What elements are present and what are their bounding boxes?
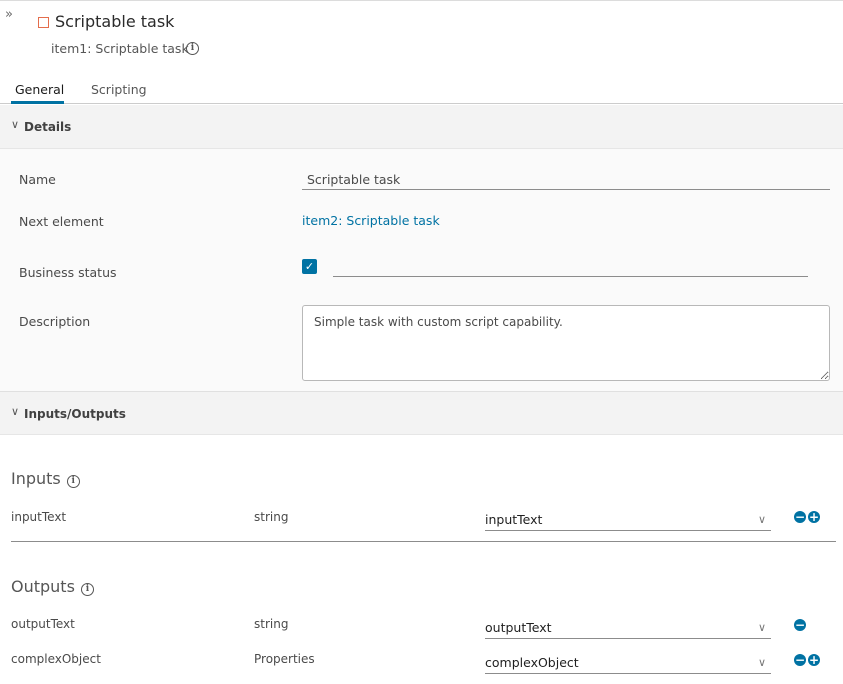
output-name: outputText: [11, 617, 75, 631]
tab-bar-divider: [0, 103, 843, 104]
remove-input-button[interactable]: −: [794, 511, 806, 523]
chevron-down-icon: ∨: [11, 405, 20, 418]
output-binding-select[interactable]: outputText ∨: [485, 619, 771, 639]
chevron-down-icon: ∨: [757, 656, 766, 669]
expand-panel-icon[interactable]: »: [5, 8, 13, 21]
output-type: Properties: [254, 652, 315, 666]
info-icon[interactable]: i: [186, 42, 199, 55]
active-tab-indicator: [11, 101, 64, 104]
name-input[interactable]: [302, 171, 830, 190]
inputs-divider: [11, 541, 836, 542]
io-section-header[interactable]: ∨ Inputs/Outputs: [0, 391, 843, 435]
add-output-button[interactable]: +: [808, 654, 820, 666]
output-binding-value: complexObject: [485, 655, 579, 670]
top-border: [0, 0, 843, 1]
details-section-header[interactable]: ∨ Details: [0, 105, 843, 149]
outputs-heading: Outputs i: [11, 577, 94, 597]
tab-general[interactable]: General: [15, 82, 64, 98]
details-section-label: Details: [24, 120, 72, 134]
tab-scripting[interactable]: Scripting: [91, 82, 147, 98]
next-element-link[interactable]: item2: Scriptable task: [302, 213, 440, 229]
info-icon[interactable]: i: [66, 475, 80, 488]
chevron-down-icon: ∨: [757, 621, 766, 634]
description-label: Description: [19, 314, 91, 329]
remove-output-button[interactable]: −: [794, 654, 806, 666]
io-section-label: Inputs/Outputs: [24, 407, 126, 421]
output-name: complexObject: [11, 652, 101, 666]
name-label: Name: [19, 172, 56, 187]
page-subtitle: item1: Scriptable task: [51, 41, 189, 56]
add-input-button[interactable]: +: [808, 511, 820, 523]
remove-output-button[interactable]: −: [794, 619, 806, 631]
output-binding-select[interactable]: complexObject ∨: [485, 654, 771, 674]
business-status-label: Business status: [19, 265, 117, 280]
page-title: Scriptable task: [55, 12, 175, 31]
input-name: inputText: [11, 510, 67, 524]
inputs-heading-label: Inputs: [11, 469, 61, 488]
inputs-heading: Inputs i: [11, 469, 80, 489]
chevron-down-icon: ∨: [757, 513, 766, 526]
next-element-label: Next element: [19, 214, 104, 229]
business-status-checkbox[interactable]: ✓: [302, 259, 317, 274]
description-textarea[interactable]: Simple task with custom script capabilit…: [302, 305, 830, 381]
output-binding-value: outputText: [485, 620, 552, 635]
input-type: string: [254, 510, 289, 524]
input-binding-value: inputText: [485, 512, 543, 527]
scriptable-task-icon: [38, 17, 49, 28]
business-status-input[interactable]: [333, 258, 808, 277]
outputs-heading-label: Outputs: [11, 577, 75, 596]
info-icon[interactable]: i: [80, 583, 94, 596]
input-binding-select[interactable]: inputText ∨: [485, 511, 771, 531]
output-type: string: [254, 617, 289, 631]
chevron-down-icon: ∨: [11, 118, 20, 131]
